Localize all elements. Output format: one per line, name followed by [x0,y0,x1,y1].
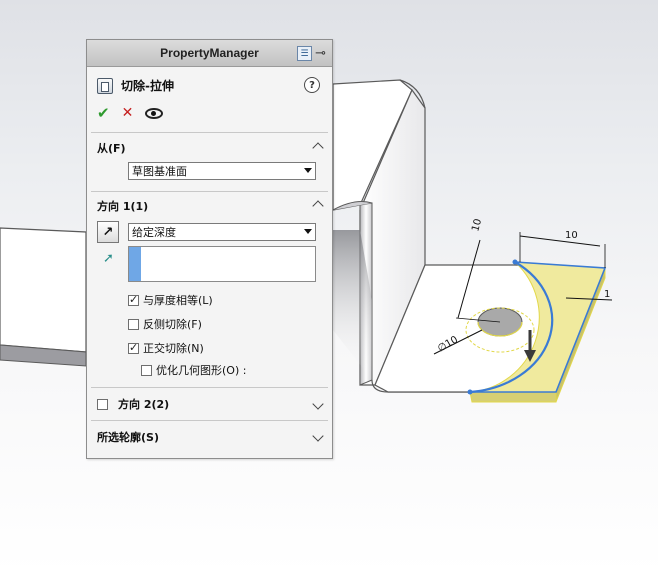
divider [91,420,328,421]
checkbox-equal-thickness[interactable]: 与厚度相等(L) [128,292,213,308]
checkbox[interactable] [128,341,139,354]
checkbox[interactable] [141,364,152,376]
ok-checkmark-icon[interactable]: ✔ [97,104,110,122]
end-condition-select[interactable]: 给定深度 [128,223,316,241]
cut-extrude-icon [97,77,113,94]
checkbox-label: 正交切除(N) [143,342,204,355]
graphics-viewport[interactable]: 10 10 1 ∅10 PropertyManager ☰ ⊸ 切除-拉伸 ? … [0,0,658,574]
from-group-title[interactable]: 从(F) [97,140,126,156]
divider [91,191,328,192]
checkbox-normal-cut[interactable]: 正交切除(N) [128,340,204,356]
direction-selection-box[interactable] [128,246,316,282]
feature-name: 切除-拉伸 [121,79,174,93]
checkbox[interactable] [128,318,139,330]
divider [91,387,328,388]
dropdown-arrow-icon[interactable] [304,229,312,234]
end-condition-value: 给定深度 [132,226,176,239]
dimension-length: 10 [470,218,484,233]
dropdown-arrow-icon[interactable] [304,168,312,173]
pin-icon[interactable]: ⊸ [315,47,326,60]
checkbox[interactable] [128,293,139,306]
expand-chevron-icon[interactable] [314,400,322,408]
checkbox-optimize-geometry[interactable]: 优化几何图形(O) : [141,362,246,378]
reverse-direction-button[interactable]: ↗ [97,221,119,243]
help-icon[interactable]: ? [304,77,320,93]
checkbox-label: 与厚度相等(L) [143,294,213,307]
divider [91,132,328,133]
collapse-chevron-icon[interactable] [314,140,322,152]
direction-vector-icon: ➚ [103,251,114,266]
cancel-x-icon[interactable]: ✕ [122,105,134,121]
preview-eye-icon[interactable] [145,107,164,119]
from-select-value: 草图基准面 [132,165,187,178]
expand-chevron-icon[interactable] [314,432,322,440]
checkbox-label: 优化几何图形(O) : [156,364,247,377]
show-hide-panel-icon[interactable]: ☰ [297,46,313,61]
dimension-thickness: 1 [604,289,610,300]
direction2-title: 方向 2(2) [118,398,170,411]
dimension-width: 10 [565,230,578,241]
feature-header: 切除-拉伸 [97,77,174,94]
property-manager-panel: PropertyManager ☰ ⊸ 切除-拉伸 ? ✔ ✕ 从(F) 草图基… [86,39,333,459]
collapse-chevron-icon[interactable] [314,198,322,210]
panel-titlebar: PropertyManager ☰ ⊸ [87,40,332,67]
direction1-title[interactable]: 方向 1(1) [97,198,148,214]
selected-contours-title[interactable]: 所选轮廓(S) [97,429,159,445]
checkbox-label: 反侧切除(F) [143,318,202,331]
panel-title: PropertyManager [160,46,259,60]
direction2-header[interactable]: 方向 2(2) [97,396,169,412]
left-flange-face [0,227,87,353]
action-buttons: ✔ ✕ [97,104,164,122]
checkbox-flip-side[interactable]: 反侧切除(F) [128,316,202,332]
checkbox[interactable] [97,398,108,410]
from-select[interactable]: 草图基准面 [128,162,316,180]
